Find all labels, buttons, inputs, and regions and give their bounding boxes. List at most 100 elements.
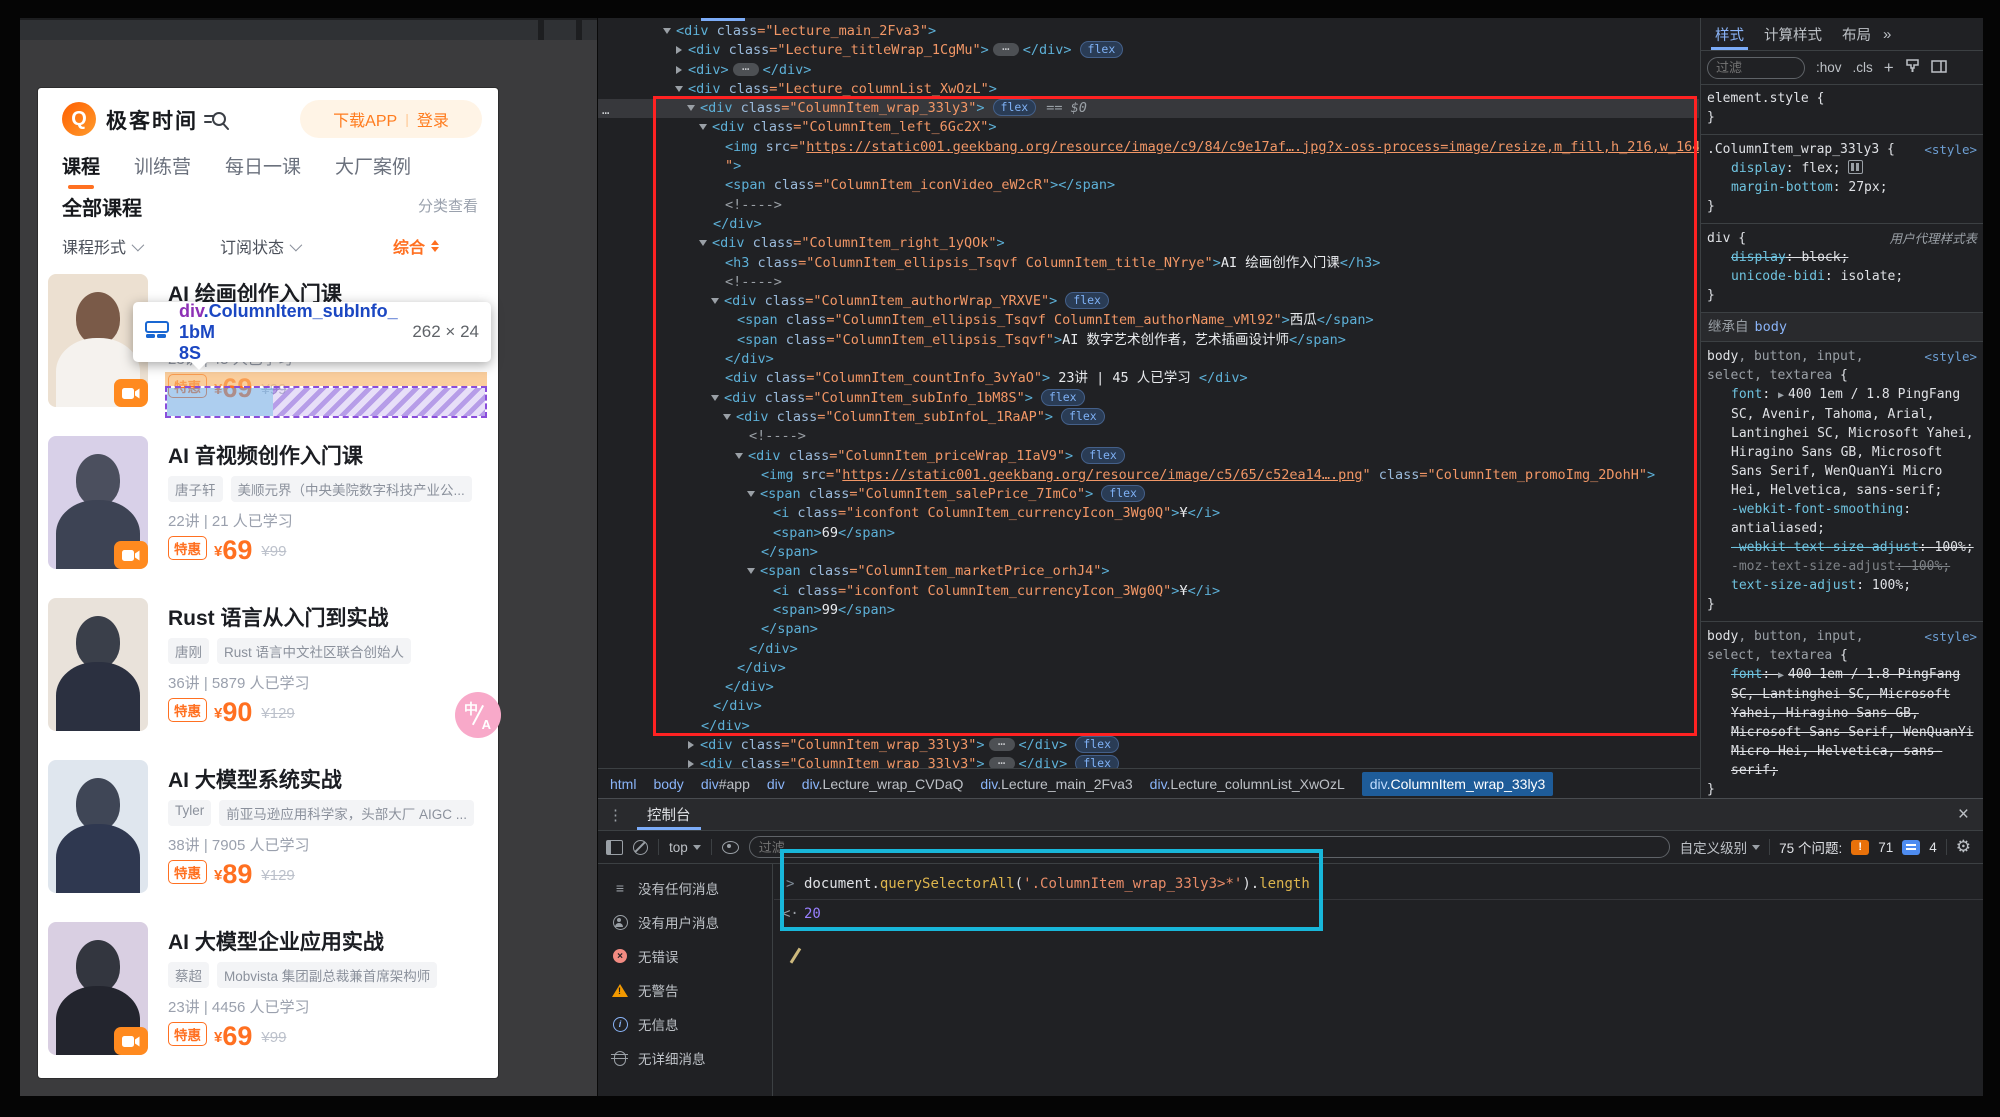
breadcrumb-item[interactable]: div#app	[701, 776, 750, 792]
tree-row-menu-icon[interactable]: ⋯	[602, 106, 618, 120]
tree-line[interactable]: </div>	[598, 215, 1699, 234]
tree-line[interactable]: ">	[598, 157, 1699, 176]
tab-每日一课[interactable]: 每日一课	[225, 152, 301, 179]
rule-origin[interactable]: <style>	[1924, 627, 1977, 646]
breadcrumb-item[interactable]: body	[653, 776, 683, 792]
css-property[interactable]: text-size-adjust: 100%;	[1707, 576, 1977, 595]
expand-arrow-icon[interactable]	[699, 124, 707, 131]
course-title[interactable]: AI 大模型企业应用实战	[168, 926, 384, 956]
browser-tab[interactable]	[544, 20, 576, 40]
expand-arrow-icon[interactable]	[747, 568, 755, 575]
live-expression-icon[interactable]	[721, 840, 739, 854]
execution-context-select[interactable]: top	[669, 840, 701, 855]
filter-课程形式[interactable]: 课程形式	[62, 234, 145, 258]
tree-line[interactable]: <img src="https://static001.geekbang.org…	[598, 466, 1699, 485]
paint-flashing-icon[interactable]	[1905, 59, 1920, 76]
tab-课程[interactable]: 课程	[62, 152, 100, 189]
breadcrumb-item[interactable]: html	[610, 776, 636, 792]
expand-ellipsis-button[interactable]: ⋯	[732, 62, 759, 76]
console-sidebar-item[interactable]: × 无错误	[598, 939, 772, 973]
tree-line[interactable]: <div class="Lecture_columnList_XwOzL">	[598, 80, 1699, 99]
tree-line[interactable]: <div class="ColumnItem_subInfo_1bM8S"> fl…	[598, 388, 1699, 408]
expand-arrow-icon[interactable]	[687, 105, 695, 112]
console-sidebar-item[interactable]: 无警告	[598, 973, 772, 1007]
collapse-arrow-icon[interactable]	[676, 65, 682, 74]
category-view-link[interactable]: 分类查看	[418, 195, 478, 216]
tree-line[interactable]: <div class="Lecture_main_2Fva3">	[598, 22, 1699, 41]
console-sidebar-item[interactable]: 没有用户消息	[598, 905, 772, 939]
issues-error-icon[interactable]: !	[1851, 839, 1870, 855]
tree-line[interactable]: <div class="ColumnItem_right_1yQOk">	[598, 234, 1699, 253]
expand-ellipsis-button[interactable]: ⋯	[988, 757, 1015, 768]
collapse-arrow-icon[interactable]	[688, 740, 694, 749]
expand-arrow-icon[interactable]	[723, 413, 731, 420]
css-property[interactable]: display: flex;	[1707, 159, 1977, 178]
tree-line[interactable]: <span class="ColumnItem_ellipsis_Tsqvf">…	[598, 331, 1699, 350]
css-property[interactable]: display: block;	[1707, 248, 1977, 267]
course-title[interactable]: AI 大模型系统实战	[168, 764, 342, 794]
flex-badge[interactable]: flex	[1065, 292, 1109, 310]
css-property[interactable]: margin-bottom: 27px;	[1707, 178, 1977, 197]
expand-ellipsis-button[interactable]: ⋯	[992, 43, 1019, 57]
css-property[interactable]: -moz-text-size-adjust: 100%;	[1707, 557, 1977, 576]
tree-line[interactable]: <i class="iconfont ColumnItem_currencyIc…	[598, 504, 1699, 523]
issues-message-icon[interactable]	[1902, 839, 1921, 855]
tree-line[interactable]: <div class="ColumnItem_authorWrap_YRXVE"…	[598, 292, 1699, 311]
expand-arrow-icon[interactable]: ▶	[1778, 670, 1784, 681]
styles-filter-input[interactable]	[1707, 56, 1805, 79]
console-sidebar-item[interactable]: ≡ 没有任何消息	[598, 871, 772, 905]
console-sidebar-item[interactable]: i 无信息	[598, 1007, 772, 1041]
tab-计算样式[interactable]: 计算样式	[1754, 18, 1832, 50]
login-label[interactable]: 登录	[417, 107, 449, 131]
tree-line[interactable]: <div class="ColumnItem_subInfoL_1RaAP"> f…	[598, 407, 1699, 427]
tree-line[interactable]: </div>	[598, 717, 1699, 736]
tree-line[interactable]: </div>	[598, 659, 1699, 678]
tab-console[interactable]: 控制台	[633, 799, 705, 830]
tab-布局[interactable]: 布局	[1832, 18, 1881, 50]
expand-arrow-icon[interactable]	[711, 298, 719, 305]
rule-origin[interactable]: <style>	[1924, 347, 1977, 366]
tree-line[interactable]: </div>	[598, 350, 1699, 369]
tree-line[interactable]: </span>	[598, 620, 1699, 639]
new-style-rule-button[interactable]: +	[1884, 58, 1894, 78]
tree-line[interactable]: </span>	[598, 543, 1699, 562]
tree-line[interactable]: <span>99</span>	[598, 601, 1699, 620]
tree-line[interactable]: <div> ⋯ </div>	[598, 61, 1699, 80]
console-sidebar-item[interactable]: 无详细消息	[598, 1041, 772, 1075]
tree-line[interactable]: <span>69</span>	[598, 524, 1699, 543]
close-icon[interactable]: ×	[1944, 804, 1983, 826]
log-level-select[interactable]: 自定义级别	[1680, 837, 1761, 857]
tab-训练营[interactable]: 训练营	[134, 152, 191, 179]
breadcrumb-item[interactable]: div.Lecture_columnList_XwOzL	[1150, 776, 1345, 792]
drawer-menu-icon[interactable]: ⋮	[598, 806, 633, 824]
rule-origin[interactable]: <style>	[1924, 140, 1977, 159]
breadcrumb-item[interactable]: div	[767, 776, 785, 792]
flex-badge[interactable]: flex	[1075, 755, 1119, 768]
expand-arrow-icon[interactable]	[663, 28, 671, 34]
flex-badge[interactable]: flex	[1081, 446, 1125, 464]
tree-line[interactable]: <span class="ColumnItem_iconVideo_eW2cR"…	[598, 176, 1699, 195]
sidebar-layout-icon[interactable]	[1930, 59, 1947, 76]
flex-badge[interactable]: flex	[1079, 41, 1124, 59]
breadcrumb-item[interactable]: div.Lecture_wrap_CVDaQ	[802, 776, 964, 792]
expand-arrow-icon[interactable]: ▶	[1778, 390, 1784, 401]
tree-line[interactable]: <!---->	[598, 273, 1699, 292]
tree-line[interactable]: <span class="ColumnItem_ellipsis_Tsqvf C…	[598, 311, 1699, 330]
course-title[interactable]: AI 音视频创作入门课	[168, 440, 363, 470]
flex-badge[interactable]: flex	[1101, 485, 1145, 503]
tree-line[interactable]: <div class="ColumnItem_countInfo_3vYaO">…	[598, 369, 1699, 388]
collapse-arrow-icon[interactable]	[676, 46, 682, 55]
tree-line[interactable]: <!---->	[598, 427, 1699, 446]
collapse-arrow-icon[interactable]	[688, 760, 694, 768]
tree-line[interactable]: <span class="ColumnItem_salePrice_7ImCo"…	[598, 485, 1699, 504]
tab-样式[interactable]: 样式	[1705, 18, 1754, 50]
translate-float-button[interactable]: 中 A	[455, 692, 501, 738]
tree-line[interactable]: </div>	[598, 697, 1699, 716]
flex-editor-icon[interactable]	[1847, 160, 1863, 174]
expand-arrow-icon[interactable]	[735, 452, 743, 459]
browser-tab[interactable]	[20, 20, 538, 40]
breadcrumb-item[interactable]: div.Lecture_main_2Fva3	[980, 776, 1132, 792]
course-card[interactable]: Rust 语言从入门到实战 唐刚 Rust 语言中文社区联合创始人 36讲 | 587…	[48, 598, 488, 760]
css-property[interactable]: font: ▶ 400 1em / 1.8 PingFang SC, Lantin…	[1707, 665, 1977, 780]
class-toggle-button[interactable]: .cls	[1853, 60, 1873, 75]
